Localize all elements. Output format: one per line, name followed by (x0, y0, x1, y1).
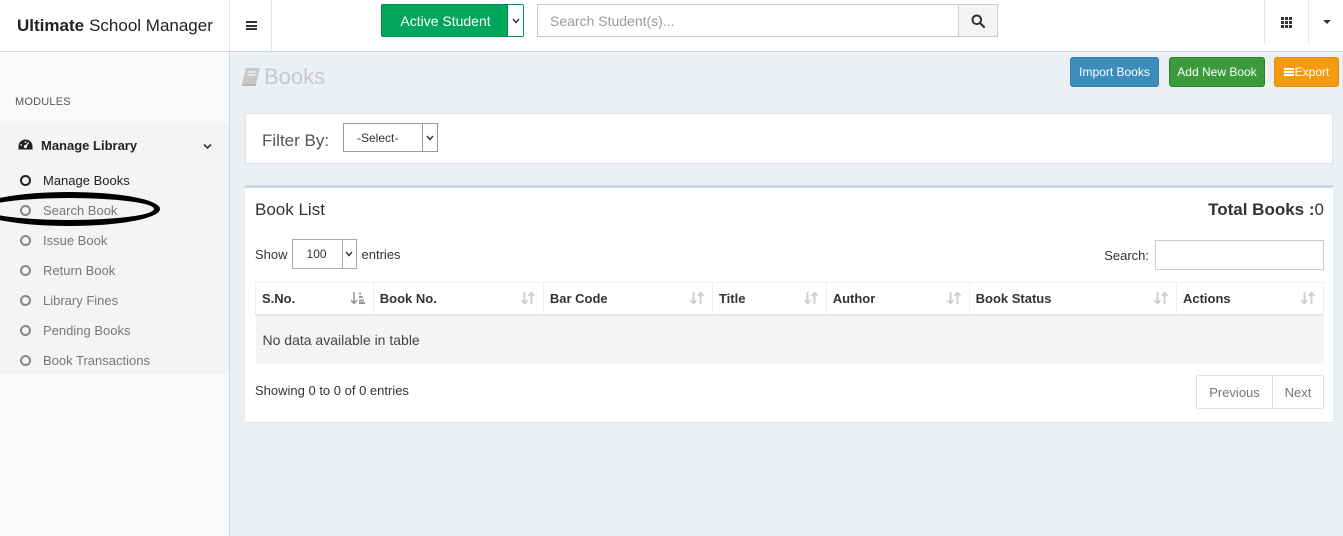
filter-select-value: -Select- (357, 130, 399, 145)
total-books: Total Books :0 (1208, 200, 1324, 220)
sidebar-section-label: MODULES (15, 96, 71, 108)
menu-group-manage-library[interactable]: Manage Library (18, 135, 218, 155)
sort-icon (520, 292, 535, 304)
book-table: S.No. Book No. Bar Code Title Author Boo… (255, 282, 1325, 364)
menu-group-label: Manage Library (41, 137, 138, 153)
column-header-book-no[interactable]: Book No. (372, 282, 544, 316)
circle-icon (20, 354, 31, 366)
dashboard-icon (18, 139, 34, 151)
sidebar-item-label: Pending Books (43, 322, 131, 338)
column-header-label: Book No. (379, 290, 437, 306)
total-books-label: Total Books : (1208, 200, 1315, 219)
sidebar-item-label: Return Book (43, 262, 116, 278)
user-menu-dropdown[interactable] (1310, 0, 1343, 44)
show-label: Show (255, 246, 288, 262)
student-search (537, 4, 998, 37)
chevron-down-icon (422, 124, 437, 151)
sidebar: MODULES Manage Library Manage Books Sear… (0, 52, 230, 536)
column-header-label: Title (718, 290, 746, 306)
search-icon (971, 14, 985, 28)
column-header-actions[interactable]: Actions (1175, 282, 1325, 316)
page-length-value: 100 (306, 247, 327, 261)
circle-icon (20, 324, 31, 336)
column-header-author[interactable]: Author (825, 282, 970, 316)
sidebar-item-label: Library Fines (43, 292, 119, 308)
table-row: No data available in table (255, 314, 1324, 364)
apps-grid-icon (1281, 16, 1292, 28)
entries-label: entries (361, 246, 401, 262)
table-search-input[interactable] (1155, 240, 1324, 270)
filter-label: Filter By: (262, 131, 330, 150)
top-navbar: Ultimate School Manager Active Student (0, 0, 1343, 52)
sidebar-item-manage-books[interactable]: Manage Books (20, 170, 130, 190)
column-header-bar-code[interactable]: Bar Code (542, 282, 713, 316)
page-length-control: Show 100 entries (255, 239, 401, 269)
sidebar-toggle-button[interactable] (231, 0, 272, 51)
pagination: Previous Next (1196, 375, 1324, 409)
total-books-value: 0 (1314, 200, 1324, 219)
search-button[interactable] (958, 4, 998, 37)
list-icon (1283, 68, 1294, 76)
page-length-select[interactable]: 100 (291, 239, 357, 269)
student-status-value: Active Student (400, 12, 491, 29)
add-new-book-button[interactable]: Add New Book (1169, 57, 1265, 87)
brand-name: School Manager (89, 15, 213, 35)
chevron-down-icon (507, 5, 523, 36)
table-header-row: S.No. Book No. Bar Code Title Author Boo… (255, 282, 1325, 316)
column-header-book-status[interactable]: Book Status (968, 282, 1177, 316)
sidebar-item-label: Book Transactions (43, 352, 150, 368)
filter-select[interactable]: -Select- (343, 123, 438, 152)
student-search-input[interactable] (537, 4, 958, 37)
chevron-down-icon (341, 240, 356, 268)
sort-ascending-icon (350, 292, 365, 304)
previous-page-button[interactable]: Previous (1197, 376, 1273, 408)
apps-menu-button[interactable] (1264, 0, 1309, 44)
circle-icon (20, 294, 31, 306)
column-header-title[interactable]: Title (711, 282, 827, 316)
column-header-label: Author (832, 290, 876, 306)
column-header-label: S.No. (262, 290, 296, 306)
chevron-down-icon (203, 138, 212, 153)
sidebar-item-issue-book[interactable]: Issue Book (20, 230, 107, 250)
page-title-text: Books (264, 64, 326, 89)
table-search-label: Search: (1104, 247, 1149, 263)
library-menu: Manage Library Manage Books Search Book … (0, 123, 229, 374)
app-brand[interactable]: Ultimate School Manager (0, 0, 230, 51)
sidebar-item-library-fines[interactable]: Library Fines (20, 290, 118, 310)
sort-icon (803, 292, 818, 304)
circle-icon (20, 174, 31, 186)
sort-icon (1301, 292, 1315, 304)
page-title: Books (241, 64, 325, 90)
export-label: Export (1294, 65, 1330, 79)
sidebar-item-label: Manage Books (43, 172, 130, 188)
book-list-panel: Book List Total Books :0 Show 100 entrie… (245, 185, 1333, 423)
book-icon (241, 67, 261, 87)
sidebar-item-label: Issue Book (43, 232, 108, 248)
circle-icon (20, 264, 31, 276)
sort-icon (689, 292, 704, 304)
table-search: Search: (1104, 240, 1324, 270)
hamburger-icon (245, 21, 257, 30)
column-header-label: Actions (1182, 290, 1231, 306)
sidebar-item-return-book[interactable]: Return Book (20, 260, 115, 280)
sort-icon (1153, 292, 1168, 304)
brand-bold: Ultimate (17, 15, 85, 35)
student-status-select[interactable]: Active Student (381, 4, 524, 37)
empty-table-message: No data available in table (255, 314, 1324, 364)
table-info: Showing 0 to 0 of 0 entries (255, 383, 409, 398)
column-header-sno[interactable]: S.No. (255, 282, 374, 316)
book-list-title: Book List (255, 200, 325, 219)
filter-panel: Filter By: -Select- (245, 113, 1333, 164)
circle-icon (20, 234, 31, 246)
next-page-button[interactable]: Next (1273, 376, 1323, 408)
column-header-label: Book Status (975, 290, 1052, 306)
export-button[interactable]: Export (1274, 57, 1339, 87)
column-header-label: Bar Code (549, 290, 608, 306)
import-books-button[interactable]: Import Books (1070, 57, 1159, 87)
sort-icon (946, 292, 961, 304)
sidebar-item-pending-books[interactable]: Pending Books (20, 320, 130, 340)
sidebar-item-book-transactions[interactable]: Book Transactions (20, 350, 150, 370)
caret-down-icon (1322, 20, 1331, 24)
